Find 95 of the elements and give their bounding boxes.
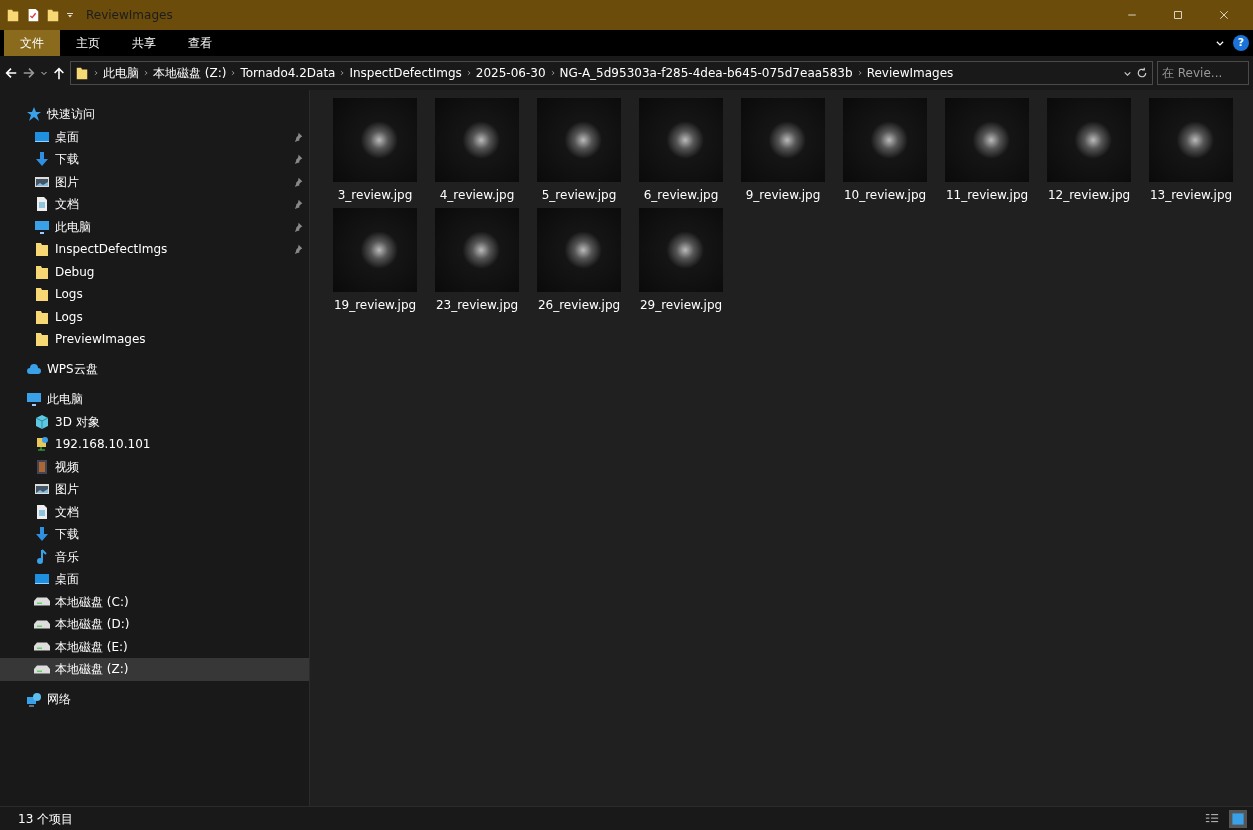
sidebar-item[interactable]: 网络 — [0, 688, 309, 711]
folder-icon[interactable] — [6, 7, 20, 23]
network-drive-icon — [34, 436, 50, 453]
monitor-icon — [34, 218, 50, 235]
drive-icon — [34, 664, 50, 674]
file-name[interactable]: 3_review.jpg — [337, 186, 413, 204]
film-icon — [34, 458, 50, 475]
sidebar-item[interactable]: 图片 — [0, 478, 309, 501]
file-name[interactable]: 5_review.jpg — [541, 186, 617, 204]
sidebar-item[interactable]: 文档 — [0, 500, 309, 523]
sidebar-item[interactable]: 此电脑 — [0, 215, 309, 238]
file-name[interactable]: 29_review.jpg — [639, 296, 723, 314]
folder-icon — [75, 65, 89, 81]
breadcrumb-link[interactable]: 此电脑 — [103, 64, 139, 82]
item-count: 13 个项目 — [18, 811, 74, 828]
sidebar-item[interactable]: 文档 — [0, 193, 309, 216]
thumbnail-view-icon[interactable] — [1229, 810, 1247, 828]
cube-icon — [34, 413, 50, 430]
ribbon-tab[interactable]: 主页 — [60, 30, 116, 56]
ribbon-tab[interactable]: 文件 — [4, 30, 60, 56]
sidebar-item[interactable]: 本地磁盘 (D:) — [0, 613, 309, 636]
file-name[interactable]: 4_review.jpg — [439, 186, 515, 204]
sidebar-item[interactable]: 192.168.10.101 — [0, 433, 309, 456]
ribbon-tab[interactable]: 查看 — [172, 30, 228, 56]
breadcrumb-link[interactable]: NG-A_5d95303a-f285-4dea-b645-075d7eaa583b — [559, 64, 853, 82]
chevron-right-icon — [339, 69, 346, 77]
document-icon — [34, 503, 50, 520]
breadcrumb-link[interactable]: 本地磁盘 (Z:) — [153, 64, 227, 82]
up-arrow-icon[interactable] — [52, 66, 66, 80]
star-icon — [26, 106, 42, 123]
window-title: ReviewImages — [86, 7, 173, 24]
sidebar-item[interactable]: PreviewImages — [0, 328, 309, 351]
dropdown-icon[interactable] — [66, 10, 74, 20]
sidebar-item[interactable]: 音乐 — [0, 545, 309, 568]
file-name[interactable]: 9_review.jpg — [745, 186, 821, 204]
sidebar-item[interactable]: 3D 对象 — [0, 410, 309, 433]
help-button[interactable]: ? — [1233, 35, 1249, 51]
download-arrow-icon — [34, 151, 50, 168]
folder-icon — [34, 308, 50, 325]
file-name[interactable]: 19_review.jpg — [333, 296, 417, 314]
refresh-icon[interactable] — [1136, 67, 1148, 79]
chevron-right-icon — [856, 69, 863, 77]
ribbon-tab[interactable]: 共享 — [116, 30, 172, 56]
close-icon — [1218, 9, 1230, 21]
sidebar-item[interactable]: Debug — [0, 260, 309, 283]
file-name[interactable]: 11_review.jpg — [945, 186, 1029, 204]
chevron-right-icon — [549, 69, 556, 77]
file-name[interactable]: 26_review.jpg — [537, 296, 621, 314]
sidebar-item[interactable]: 本地磁盘 (E:) — [0, 635, 309, 658]
sidebar-item[interactable]: 桌面 — [0, 568, 309, 591]
back-arrow-icon[interactable] — [4, 66, 18, 80]
sidebar-item[interactable]: Logs — [0, 283, 309, 306]
download-arrow-icon — [34, 526, 50, 543]
search-field[interactable]: 在 Revie... — [1157, 61, 1249, 85]
sidebar-item[interactable]: InspectDefectImgs — [0, 238, 309, 261]
network-icon — [26, 691, 42, 708]
sidebar-item[interactable]: 视频 — [0, 455, 309, 478]
monitor-icon — [26, 391, 42, 408]
breadcrumb-link[interactable]: Tornado4.2Data — [240, 64, 336, 82]
folder-icon — [34, 263, 50, 280]
file-name[interactable]: 6_review.jpg — [643, 186, 719, 204]
drive-icon — [34, 597, 50, 607]
breadcrumb-link[interactable]: 2025-06-30 — [475, 64, 546, 82]
chevron-right-icon — [143, 69, 149, 77]
address-bar[interactable]: 此电脑 本地磁盘 (Z:) Tornado4.2Data InspectDefectImgs 2025-06-30 NG-A_5d95303a-f285-4dea-b645-075d7eaa583b ReviewImages — [70, 61, 1153, 85]
folder-icon — [34, 286, 50, 303]
drive-icon — [34, 642, 50, 652]
folder-icon — [34, 331, 50, 348]
file-name[interactable]: 23_review.jpg — [435, 296, 519, 314]
folder-icon[interactable] — [46, 7, 60, 23]
sidebar-item[interactable]: 本地磁盘 (C:) — [0, 590, 309, 613]
sidebar-item[interactable]: 本地磁盘 (Z:) — [0, 658, 309, 681]
chevron-right-icon — [93, 69, 99, 77]
checklist-icon[interactable] — [26, 7, 40, 23]
drive-icon — [34, 619, 50, 629]
file-name[interactable]: 10_review.jpg — [843, 186, 927, 204]
maximize-icon — [1172, 9, 1184, 21]
forward-arrow-icon[interactable] — [22, 66, 36, 80]
breadcrumb-link[interactable]: ReviewImages — [866, 64, 954, 82]
breadcrumb-link[interactable]: InspectDefectImgs — [349, 64, 462, 82]
sidebar-item[interactable]: 快速访问 — [0, 103, 309, 126]
sidebar-item[interactable]: WPS云盘 — [0, 358, 309, 381]
folder-icon — [34, 241, 50, 258]
chevron-right-icon — [465, 69, 472, 77]
sidebar-item[interactable]: Logs — [0, 305, 309, 328]
chevron-right-icon — [230, 69, 237, 77]
file-name[interactable]: 12_review.jpg — [1047, 186, 1131, 204]
sidebar-item[interactable]: 下载 — [0, 148, 309, 171]
sidebar-item[interactable]: 此电脑 — [0, 388, 309, 411]
chevron-down-icon[interactable] — [1215, 38, 1225, 48]
document-icon — [34, 196, 50, 213]
file-name[interactable]: 13_review.jpg — [1149, 186, 1233, 204]
sidebar-item[interactable]: 桌面 — [0, 125, 309, 148]
sidebar-item[interactable]: 下载 — [0, 523, 309, 546]
sidebar-item[interactable]: 图片 — [0, 170, 309, 193]
